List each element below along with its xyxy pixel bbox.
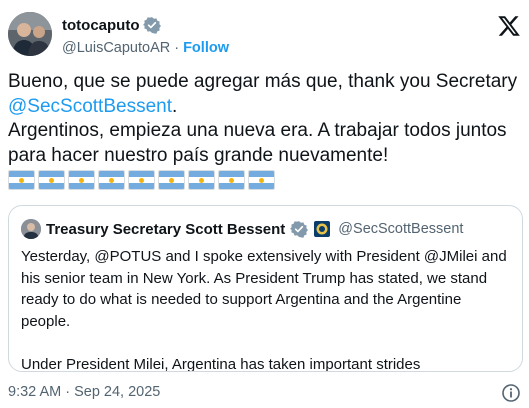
tweet-card: totocaputo @LuisCaputoAR · Follow Bueno,… — [0, 0, 529, 408]
tweet-header: totocaputo @LuisCaputoAR · Follow — [8, 12, 521, 60]
tweet-timestamp[interactable]: 9:32 AM · Sep 24, 2025 — [8, 384, 160, 400]
info-icon[interactable] — [501, 383, 521, 403]
argentina-flag-icon — [68, 170, 95, 190]
author-avatar[interactable] — [8, 12, 52, 56]
argentina-flag-icon — [248, 170, 275, 190]
argentina-flag-icon — [128, 170, 155, 190]
argentina-flag-icon — [8, 170, 35, 190]
verified-badge-icon — [290, 220, 309, 238]
argentina-flag-icon — [158, 170, 185, 190]
x-logo-icon[interactable] — [497, 14, 521, 38]
quoted-author-avatar — [21, 219, 41, 239]
argentina-flag-icon — [218, 170, 245, 190]
treasury-seal-icon — [313, 220, 331, 238]
author-name-row: totocaputo — [62, 15, 162, 35]
argentina-flag-icon — [98, 170, 125, 190]
tweet-line-2: Argentinos, empieza una nueva era. A tra… — [8, 120, 507, 166]
flag-emoji-row — [8, 170, 275, 192]
verified-badge-icon — [143, 16, 162, 34]
quoted-author-handle: @SecScottBessent — [338, 221, 464, 237]
follow-button[interactable]: Follow — [183, 40, 229, 56]
author-handle-row: @LuisCaputoAR · Follow — [62, 38, 229, 58]
tweet-text: Bueno, que se puede agregar más que, tha… — [8, 70, 518, 168]
quoted-tweet-header: Treasury Secretary Scott Bessent @SecSco… — [21, 219, 463, 239]
author-display-name[interactable]: totocaputo — [62, 17, 139, 34]
quoted-tweet[interactable]: Treasury Secretary Scott Bessent @SecSco… — [8, 205, 523, 372]
author-handle[interactable]: @LuisCaputoAR — [62, 40, 170, 56]
quoted-tweet-text: Yesterday, @POTUS and I spoke extensivel… — [21, 248, 507, 372]
tweet-text-start: Bueno, que se puede agregar más que, tha… — [8, 71, 518, 92]
mention-link[interactable]: @SecScottBessent — [8, 96, 172, 117]
quoted-author-name: Treasury Secretary Scott Bessent — [46, 220, 286, 238]
argentina-flag-icon — [188, 170, 215, 190]
tweet-line-1: Bueno, que se puede agregar más que, tha… — [8, 70, 518, 119]
argentina-flag-icon — [38, 170, 65, 190]
tweet-text-end: . — [171, 95, 178, 117]
separator-dot: · — [174, 40, 180, 56]
